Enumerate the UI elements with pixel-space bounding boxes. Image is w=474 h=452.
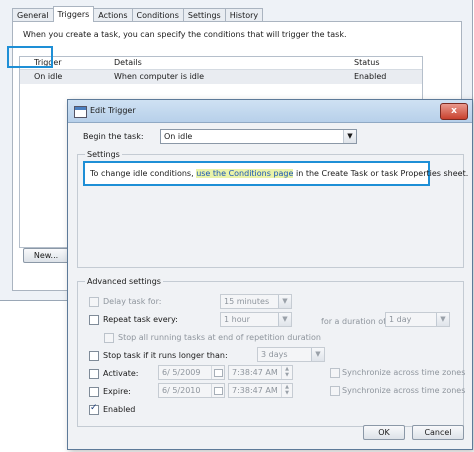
chevron-down-icon: ▼ <box>278 313 291 326</box>
repeat-task-checkbox[interactable] <box>89 315 99 325</box>
expire-sync-checkbox[interactable] <box>330 386 340 396</box>
begin-task-value: On idle <box>164 132 193 141</box>
row-trigger: On idle <box>34 72 63 81</box>
conditions-page-link[interactable]: use the Conditions page <box>196 169 294 178</box>
row-status: Enabled <box>354 72 387 81</box>
expire-date-picker[interactable]: 6/ 5/2010 <box>158 383 225 398</box>
ok-button[interactable]: OK <box>363 425 405 440</box>
table-row[interactable]: On idle When computer is idle Enabled <box>20 70 422 84</box>
spinner-arrows-icon[interactable]: ▲ ▼ <box>281 384 292 397</box>
tab-general[interactable]: General <box>12 8 54 22</box>
on-idle-highlight <box>7 46 53 68</box>
enabled-checkbox[interactable] <box>89 403 99 415</box>
tab-settings[interactable]: Settings <box>182 8 226 22</box>
calendar-icon[interactable] <box>211 384 224 397</box>
chevron-down-icon: ▼ <box>436 313 449 326</box>
row-details: When computer is idle <box>114 72 205 81</box>
stop-if-select[interactable]: 3 days ▼ <box>257 347 325 362</box>
delay-value: 15 minutes <box>224 297 270 306</box>
repeat-value: 1 hour <box>224 315 250 324</box>
activate-sync-label: Synchronize across time zones <box>342 368 466 377</box>
idle-info-text: To change idle conditions, use the Condi… <box>90 163 468 184</box>
stop-if-value: 3 days <box>261 350 288 359</box>
repeat-task-label: Repeat task every: <box>103 315 178 324</box>
expire-time-spinner[interactable]: 7:38:47 AM ▲ ▼ <box>228 383 293 398</box>
spinner-arrows-icon[interactable]: ▲ ▼ <box>281 366 292 379</box>
idle-info-bar: To change idle conditions, use the Condi… <box>83 161 468 186</box>
stop-all-label: Stop all running tasks at end of repetit… <box>118 333 321 342</box>
info-prefix: To change idle conditions, <box>90 169 197 178</box>
chevron-down-icon: ▼ <box>343 130 356 143</box>
tab-strip: General Triggers Actions Conditions Sett… <box>12 6 264 22</box>
delay-select[interactable]: 15 minutes ▼ <box>220 294 292 309</box>
settings-title: Settings <box>85 150 122 159</box>
duration-select[interactable]: 1 day ▼ <box>385 312 450 327</box>
tab-actions[interactable]: Actions <box>93 8 133 22</box>
edit-trigger-titlebar[interactable]: Edit Trigger x <box>68 100 472 123</box>
repeat-select[interactable]: 1 hour ▼ <box>220 312 292 327</box>
stop-if-longer-label: Stop task if it runs longer than: <box>103 351 228 360</box>
triggers-description: When you create a task, you can specify … <box>23 30 347 39</box>
tab-conditions[interactable]: Conditions <box>131 8 184 22</box>
activate-date-picker[interactable]: 6/ 5/2009 <box>158 365 225 380</box>
activate-sync-checkbox[interactable] <box>330 368 340 378</box>
dialog-title: Edit Trigger <box>90 106 136 115</box>
triggers-list-header: Trigger Details Status <box>20 57 422 70</box>
activate-time-spinner[interactable]: 7:38:47 AM ▲ ▼ <box>228 365 293 380</box>
advanced-settings-title: Advanced settings <box>85 277 163 286</box>
activate-time-value: 7:38:47 AM <box>232 368 278 377</box>
tab-history[interactable]: History <box>224 8 264 22</box>
expire-sync-label: Synchronize across time zones <box>342 386 466 395</box>
expire-date-value: 6/ 5/2010 <box>162 386 201 395</box>
activate-label: Activate: <box>103 369 139 378</box>
begin-task-select[interactable]: On idle ▼ <box>160 129 357 144</box>
activate-checkbox[interactable] <box>89 369 99 379</box>
activate-date-value: 6/ 5/2009 <box>162 368 201 377</box>
duration-label: for a duration of: <box>321 317 389 326</box>
info-suffix: in the Create Task or task Properties sh… <box>293 169 469 178</box>
close-button[interactable]: x <box>440 103 468 120</box>
window-icon <box>74 106 87 118</box>
expire-time-value: 7:38:47 AM <box>232 386 278 395</box>
begin-task-label: Begin the task: <box>83 132 144 141</box>
edit-trigger-dialog: Edit Trigger x Begin the task: On idle ▼… <box>67 99 473 450</box>
chevron-down-icon: ▼ <box>278 295 291 308</box>
calendar-icon[interactable] <box>211 366 224 379</box>
column-header-details[interactable]: Details <box>114 57 142 69</box>
expire-label: Expire: <box>103 387 131 396</box>
tab-triggers[interactable]: Triggers <box>52 6 95 22</box>
enabled-label: Enabled <box>103 405 136 414</box>
cancel-button[interactable]: Cancel <box>412 425 464 440</box>
chevron-down-icon: ▼ <box>311 348 324 361</box>
column-header-status[interactable]: Status <box>354 57 380 69</box>
stop-if-longer-checkbox[interactable] <box>89 351 99 361</box>
duration-value: 1 day <box>389 315 412 324</box>
delay-task-label: Delay task for: <box>103 297 162 306</box>
expire-checkbox[interactable] <box>89 387 99 397</box>
new-trigger-button[interactable]: New... <box>23 248 69 263</box>
delay-task-checkbox[interactable] <box>89 297 99 307</box>
stop-all-checkbox[interactable] <box>104 333 114 343</box>
